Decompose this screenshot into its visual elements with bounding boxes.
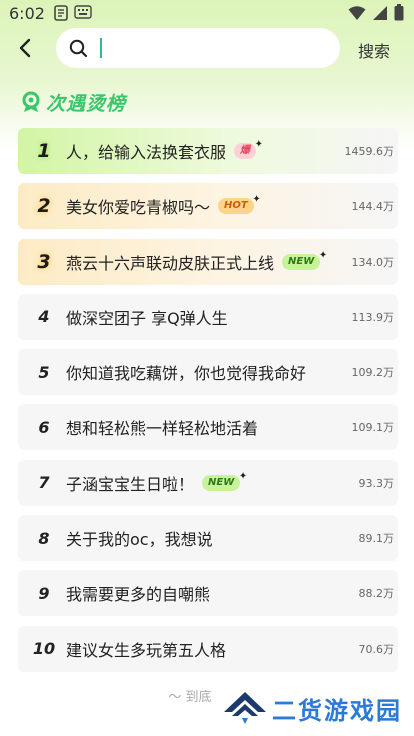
search-button[interactable]: 搜索: [358, 38, 390, 62]
topic-title: 美女你爱吃青椒吗～ HOT ✦: [66, 194, 261, 218]
topic-title-text: 子涵宝宝生日啦！: [66, 474, 195, 494]
back-button[interactable]: [14, 36, 38, 60]
rank-number: 2: [37, 195, 51, 218]
status-bar: 6:02: [0, 0, 414, 28]
signal-icon: [373, 5, 387, 20]
ranking-row[interactable]: 7 子涵宝宝生日啦！ NEW ✦ 93.3万: [18, 459, 398, 506]
heat-value: 88.2万: [358, 587, 395, 601]
section-title: 次遇烫榜: [20, 88, 126, 116]
watermark-logo-icon: [224, 692, 266, 724]
rank-number: 8: [38, 528, 50, 548]
topic-title: 燕云十六声联动皮肤正式上线 NEW ✦: [66, 250, 327, 274]
heat-value: 144.4万: [351, 200, 395, 214]
topic-title: 做深空团子 享Q弹人生: [66, 308, 228, 328]
topic-title: 想和轻松熊一样轻松地活着: [66, 419, 259, 439]
sparkle-icon: ✦: [238, 470, 248, 482]
search-input[interactable]: [104, 36, 328, 62]
heat-value: 89.1万: [358, 532, 395, 546]
search-box[interactable]: [56, 28, 340, 68]
topic-title: 建议女生多玩第五人格: [66, 640, 227, 660]
rank-number: 3: [37, 250, 51, 273]
rank-number: 5: [38, 362, 50, 382]
badge-text: 爆: [240, 145, 251, 156]
heat-value: 109.2万: [351, 366, 395, 380]
status-time: 6:02: [9, 4, 45, 23]
sparkle-icon: ✦: [252, 194, 261, 206]
text-cursor: [100, 38, 102, 58]
sparkle-icon: ✦: [254, 139, 264, 150]
trophy-icon: [22, 91, 40, 112]
watermark-text: 二货游戏园: [272, 696, 402, 725]
topic-title-text: 燕云十六声联动皮肤正式上线: [66, 253, 275, 273]
rank-number: 4: [38, 307, 50, 327]
ranking-row[interactable]: 4 做深空团子 享Q弹人生 113.9万: [18, 293, 398, 340]
rank-number: 1: [37, 140, 51, 162]
sparkle-icon: ✦: [318, 249, 328, 261]
ranking-row[interactable]: 8 关于我的oc，我想说 89.1万: [18, 515, 398, 562]
ranking-row[interactable]: 1 人，给输入法换套衣服 爆 ✦ 1459.6万: [18, 128, 398, 174]
explosive-badge: 爆 ✦: [234, 139, 263, 159]
topic-title: 关于我的oc，我想说: [66, 530, 213, 550]
heat-value: 113.9万: [351, 310, 395, 324]
ranking-row[interactable]: 6 想和轻松熊一样轻松地活着 109.1万: [18, 404, 398, 451]
topic-title: 我需要更多的自嘲熊: [66, 585, 211, 605]
section-title-text: 次遇烫榜: [46, 92, 127, 115]
arrow-left-icon: [19, 38, 31, 58]
watermark: 二货游戏园: [222, 690, 402, 726]
topic-title-text: 美女你爱吃青椒吗～: [66, 198, 211, 218]
topic-title: 子涵宝宝生日啦！ NEW ✦: [66, 471, 247, 495]
new-badge: NEW ✦: [282, 250, 327, 270]
new-badge: NEW ✦: [202, 471, 247, 491]
heat-value: 109.1万: [351, 421, 395, 435]
status-left-icons: [54, 5, 92, 21]
hot-badge: HOT ✦: [218, 194, 261, 215]
ranking-row[interactable]: 2 美女你爱吃青椒吗～ HOT ✦ 144.4万: [18, 183, 398, 230]
document-icon: [54, 5, 68, 21]
topic-title-text: 人，给输入法换套衣服: [66, 143, 227, 162]
rank-number: 7: [38, 473, 50, 493]
ranking-list: 1 人，给输入法换套衣服 爆 ✦ 1459.6万 2 美女你爱吃青椒吗～ HOT ✦…: [18, 128, 398, 681]
keyboard-icon: [74, 5, 92, 19]
heat-value: 93.3万: [358, 476, 395, 490]
battery-icon: [394, 4, 404, 21]
wifi-icon: [348, 5, 366, 20]
heat-value: 134.0万: [351, 255, 395, 269]
topic-title: 你知道我吃藕饼，你也觉得我命好: [66, 364, 307, 384]
topic-title: 人，给输入法换套衣服 爆 ✦: [66, 139, 263, 163]
heat-value: 1459.6万: [344, 145, 395, 158]
rank-number: 6: [38, 417, 50, 437]
rank-number: 9: [38, 583, 50, 603]
ranking-row[interactable]: 5 你知道我吃藕饼，你也觉得我命好 109.2万: [18, 349, 398, 396]
search-icon: [69, 39, 88, 58]
ranking-row[interactable]: 9 我需要更多的自嘲熊 88.2万: [18, 570, 398, 617]
ranking-row[interactable]: 3 燕云十六声联动皮肤正式上线 NEW ✦ 134.0万: [18, 238, 398, 285]
ranking-row[interactable]: 10 建议女生多玩第五人格 70.6万: [18, 625, 398, 672]
badge-text: HOT: [224, 200, 248, 212]
status-right-icons: [348, 4, 404, 21]
badge-text: NEW: [208, 476, 235, 488]
heat-value: 70.6万: [358, 642, 395, 656]
badge-text: NEW: [288, 255, 315, 267]
rank-number: 10: [32, 639, 56, 659]
top-navigation: 搜索: [0, 28, 414, 70]
